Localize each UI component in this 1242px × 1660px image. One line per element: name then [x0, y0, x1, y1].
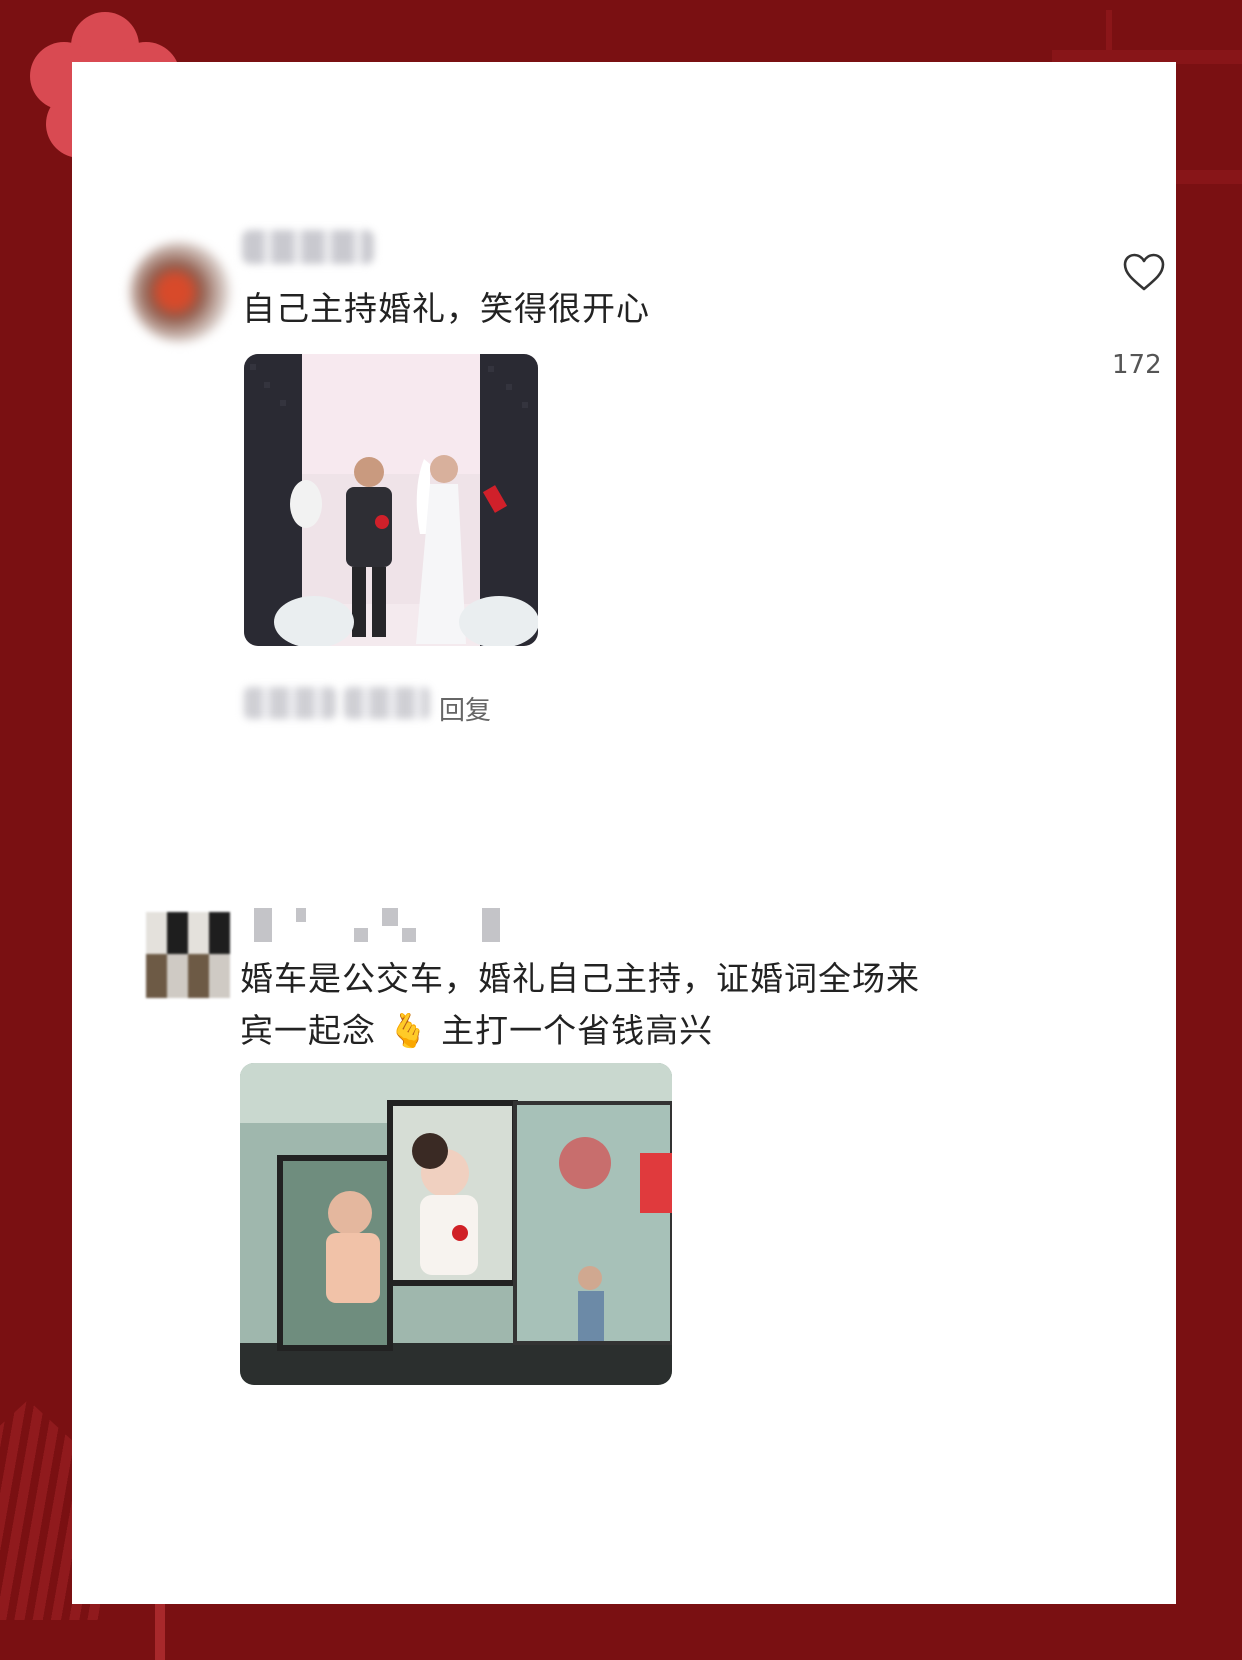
avatar[interactable] [146, 912, 230, 998]
wedding-stage-photo[interactable] [244, 354, 538, 646]
comment-text-line1: 婚车是公交车，婚礼自己主持，证婚词全场来 [240, 959, 920, 998]
like-count: 172 [1112, 350, 1162, 380]
comment-text-part: 主打一个省钱高兴 [441, 1011, 714, 1050]
comment-text: 自己主持婚礼，笑得很开心 [242, 289, 650, 328]
reply-meta-blurred [244, 687, 336, 719]
username-pixelated[interactable] [254, 908, 514, 942]
bus-window-photo[interactable] [240, 1063, 672, 1385]
username-blurred[interactable] [242, 230, 374, 264]
comments-card: 自己主持婚礼，笑得很开心 172 回复 婚车是公交车，婚礼自己主持，证婚词全场来… [72, 62, 1176, 1604]
heart-icon[interactable] [1122, 252, 1166, 292]
finger-heart-emoji-icon: 🫰 [387, 1011, 430, 1050]
page-background: { "comments": [ { "text": "自己主持婚礼，笑得很开心"… [0, 0, 1242, 1660]
comment-text-line2: 宾一起念 🫰 主打一个省钱高兴 [240, 1006, 713, 1056]
reply-button[interactable]: 回复 [439, 690, 491, 727]
reply-meta-blurred [344, 687, 430, 719]
avatar[interactable] [130, 242, 230, 342]
comment-text-part: 宾一起念 [240, 1011, 376, 1050]
